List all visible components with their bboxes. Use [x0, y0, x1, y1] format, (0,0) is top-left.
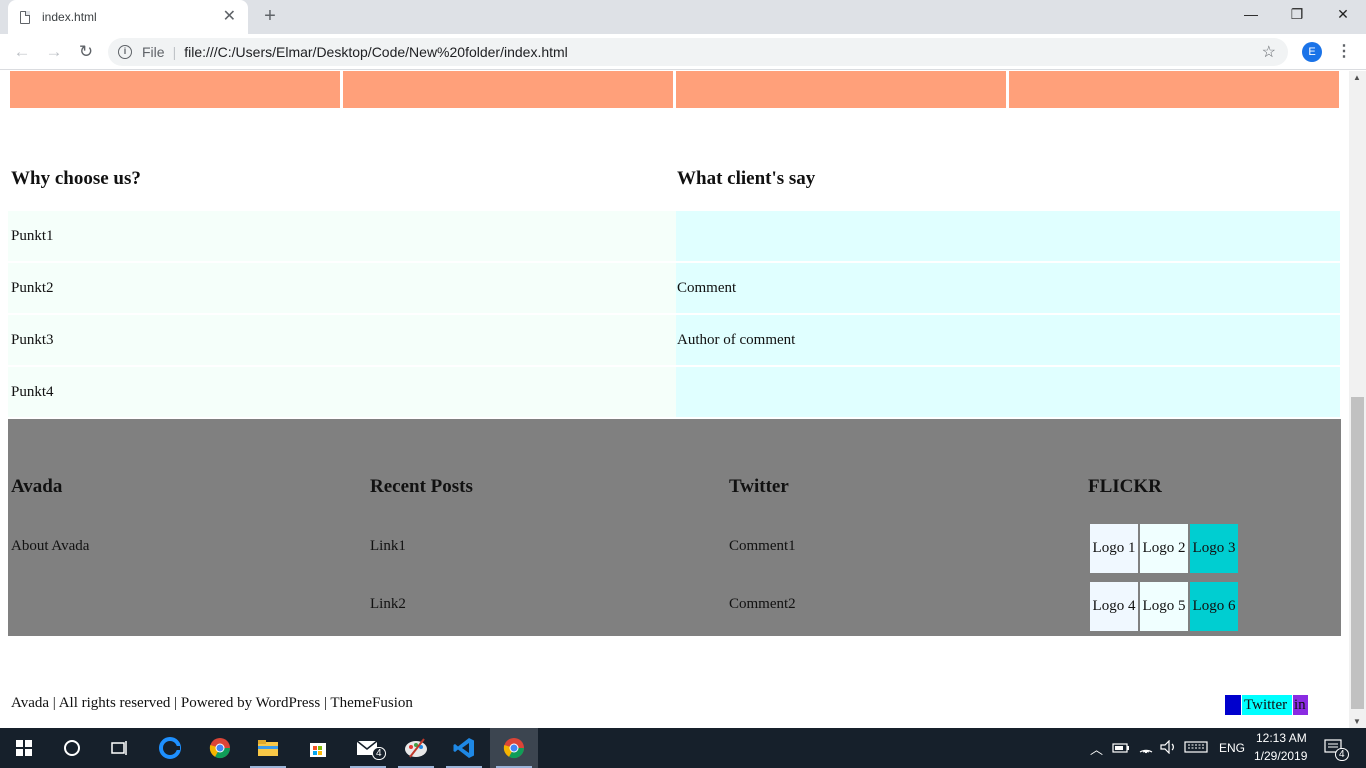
tab-close-icon[interactable]: ✕ — [223, 9, 236, 25]
flickr-logo[interactable]: Logo 1 — [1090, 524, 1138, 573]
mail-icon[interactable]: 4 — [344, 728, 392, 768]
browser-toolbar: ← → ↻ i File | file:///C:/Users/Elmar/De… — [0, 34, 1366, 70]
language-indicator[interactable]: ENG — [1219, 741, 1245, 755]
show-hidden-icons-icon[interactable]: ︿ — [1090, 739, 1103, 758]
top-band — [10, 71, 1339, 108]
file-explorer-icon[interactable] — [244, 728, 292, 768]
back-button[interactable]: ← — [10, 40, 34, 64]
top-band-cell — [1009, 71, 1339, 108]
tab-index-html[interactable]: index.html ✕ — [8, 0, 248, 34]
reload-button[interactable]: ↻ — [74, 40, 98, 64]
footer-comment: Comment2 — [729, 596, 796, 612]
facebook-link[interactable]: fb — [1225, 695, 1241, 715]
linkedin-link[interactable]: in — [1293, 695, 1308, 715]
document-icon — [20, 10, 30, 24]
task-view-icon[interactable] — [96, 728, 144, 768]
footer-heading: Twitter — [729, 476, 789, 497]
keyboard-icon[interactable] — [1184, 741, 1208, 753]
close-window-button[interactable]: ✕ — [1320, 0, 1366, 30]
footer-heading: FLICKR — [1088, 476, 1162, 497]
new-tab-button[interactable]: + — [258, 5, 282, 29]
restore-button[interactable]: ❐ — [1274, 0, 1320, 30]
battery-icon[interactable] — [1112, 742, 1130, 754]
vertical-scrollbar[interactable]: ▲ ▼ — [1349, 71, 1366, 728]
why-choose-us-heading: Why choose us? — [11, 168, 141, 189]
notification-badge: 4 — [1335, 748, 1349, 761]
scheme-label: File — [142, 44, 165, 60]
bookmark-star-icon[interactable]: ☆ — [1262, 42, 1276, 62]
footer-panel: Avada About Avada Recent Posts Link1 Lin… — [8, 419, 1341, 636]
edge-icon[interactable] — [146, 728, 194, 768]
top-band-cell — [676, 71, 1006, 108]
clients-say-heading: What client's say — [677, 168, 816, 189]
windows-taskbar: 4 ︿ ENG 12:13 AM 1/29/2019 4 — [0, 728, 1366, 768]
scroll-up-arrow-icon[interactable]: ▲ — [1353, 73, 1361, 82]
tab-strip: index.html ✕ + — ❐ ✕ — [0, 0, 1366, 34]
footer-link-about[interactable]: About Avada — [11, 538, 89, 555]
clock-time[interactable]: 12:13 AM — [1256, 731, 1307, 745]
minimize-button[interactable]: — — [1228, 0, 1274, 30]
paint-icon[interactable] — [392, 728, 440, 768]
clock-date[interactable]: 1/29/2019 — [1254, 749, 1307, 763]
footer-heading: Avada — [11, 476, 63, 497]
store-icon[interactable] — [294, 728, 342, 768]
footer-heading: Recent Posts — [370, 476, 473, 497]
client-author: Author of comment — [676, 315, 1340, 367]
chrome-icon[interactable] — [196, 728, 244, 768]
mail-badge: 4 — [372, 747, 386, 760]
flickr-logo[interactable]: Logo 5 — [1140, 582, 1188, 631]
why-item: Punkt3 — [8, 315, 676, 367]
why-item: Punkt2 — [8, 263, 676, 315]
why-item: Punkt1 — [8, 211, 676, 263]
tab-title: index.html — [42, 10, 97, 24]
client-row — [676, 367, 1340, 419]
browser-menu-icon[interactable]: ⋮ — [1336, 40, 1352, 64]
address-separator: | — [172, 44, 177, 60]
flickr-logo[interactable]: Logo 3 — [1190, 524, 1238, 573]
footer-link[interactable]: Link2 — [370, 596, 406, 613]
scrollbar-thumb[interactable] — [1351, 397, 1364, 709]
scroll-down-arrow-icon[interactable]: ▼ — [1353, 717, 1361, 726]
footer-comment: Comment1 — [729, 538, 796, 554]
volume-icon[interactable] — [1160, 740, 1178, 754]
flickr-logo[interactable]: Logo 6 — [1190, 582, 1238, 631]
flickr-logo[interactable]: Logo 2 — [1140, 524, 1188, 573]
top-band-cell — [343, 71, 673, 108]
start-icon[interactable] — [0, 728, 48, 768]
page-viewport: Why choose us? What client's say Punkt1 … — [0, 71, 1349, 728]
wifi-icon[interactable] — [1138, 740, 1154, 754]
why-item: Punkt4 — [8, 367, 676, 419]
info-icon[interactable]: i — [118, 45, 132, 59]
twitter-link[interactable]: Twitter — [1242, 695, 1292, 715]
copyright-text: Avada | All rights reserved | Powered by… — [11, 695, 413, 711]
profile-avatar[interactable]: E — [1302, 42, 1322, 62]
chrome-active-icon[interactable] — [490, 728, 538, 768]
client-row — [676, 211, 1340, 263]
footer-link[interactable]: Link1 — [370, 538, 406, 555]
why-choose-us-list: Punkt1 Punkt2 Punkt3 Punkt4 — [8, 211, 676, 419]
search-icon[interactable] — [48, 728, 96, 768]
forward-button[interactable]: → — [42, 40, 66, 64]
client-comment: Comment — [676, 263, 1340, 315]
url-text[interactable]: file:///C:/Users/Elmar/Desktop/Code/New%… — [184, 44, 568, 60]
vscode-icon[interactable] — [440, 728, 488, 768]
top-band-cell — [10, 71, 340, 108]
client-comments: Comment Author of comment — [676, 211, 1340, 419]
flickr-logo[interactable]: Logo 4 — [1090, 582, 1138, 631]
address-bar[interactable]: i File | file:///C:/Users/Elmar/Desktop/… — [108, 38, 1288, 66]
